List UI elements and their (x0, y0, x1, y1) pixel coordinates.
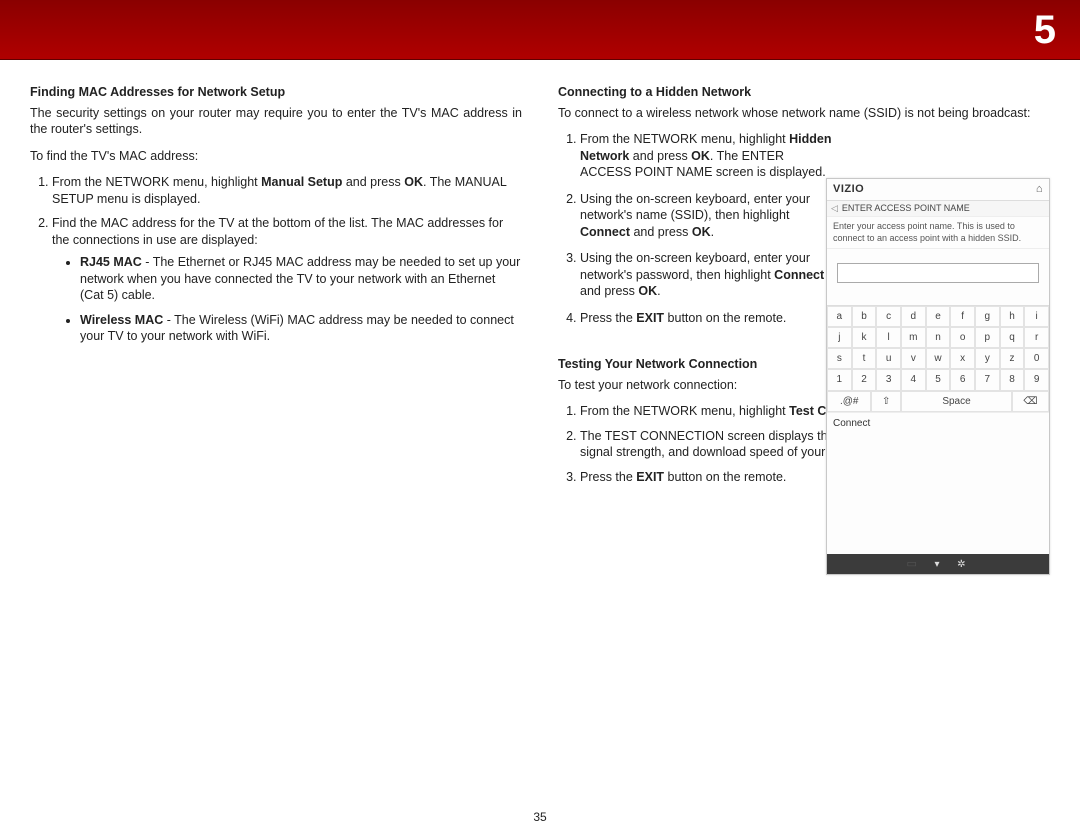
osk-key[interactable]: x (950, 348, 975, 369)
osk-key[interactable]: c (876, 306, 901, 327)
home-icon: ⌂ (1036, 182, 1043, 197)
chapter-number: 5 (1034, 8, 1056, 52)
osk-key[interactable]: w (926, 348, 951, 369)
osk-key[interactable]: z (1000, 348, 1025, 369)
osk-space-key[interactable]: Space (901, 391, 1012, 412)
ordered-list: From the NETWORK menu, highlight Manual … (30, 174, 522, 345)
section-title: Connecting to a Hidden Network (558, 84, 1050, 101)
osk-key[interactable]: 8 (1000, 369, 1025, 390)
osk-key[interactable]: i (1024, 306, 1049, 327)
bullet-list: RJ45 MAC - The Ethernet or RJ45 MAC addr… (66, 254, 522, 345)
osk-key[interactable]: q (1000, 327, 1025, 348)
osk-key[interactable]: a (827, 306, 852, 327)
osk-key[interactable]: 1 (827, 369, 852, 390)
osk-key[interactable]: d (901, 306, 926, 327)
osk-key[interactable]: r (1024, 327, 1049, 348)
paragraph: The security settings on your router may… (30, 105, 522, 138)
osk-key[interactable]: 2 (852, 369, 877, 390)
osk-footer-icons: ▭ ▾ ✲ (827, 554, 1049, 575)
osk-text-input[interactable] (837, 263, 1039, 283)
osk-key[interactable]: 3 (876, 369, 901, 390)
osk-key[interactable]: u (876, 348, 901, 369)
page-number: 35 (0, 810, 1080, 824)
page-banner: 5 (0, 0, 1080, 60)
osk-key[interactable]: v (901, 348, 926, 369)
list-item: Using the on-screen keyboard, enter your… (580, 250, 834, 300)
paragraph: To find the TV's MAC address: (30, 148, 522, 165)
right-column: Connecting to a Hidden Network To connec… (558, 84, 1050, 495)
list-item: Using the on-screen keyboard, enter your… (580, 191, 834, 241)
osk-key-grid: abcdefghi jklmnopqr stuvwxyz0 123456789 (827, 305, 1049, 391)
osk-input-area (827, 249, 1049, 305)
page-content: Finding MAC Addresses for Network Setup … (0, 60, 1080, 495)
back-arrow-icon: ◁ (831, 203, 838, 215)
osk-shift-key[interactable]: ⇧ (871, 391, 901, 412)
osk-key[interactable]: f (950, 306, 975, 327)
osk-key[interactable]: y (975, 348, 1000, 369)
osk-key[interactable]: j (827, 327, 852, 348)
osk-footer: ▭ ▾ ✲ (827, 434, 1049, 574)
osk-symbols-key[interactable]: .@# (827, 391, 871, 412)
osk-key[interactable]: k (852, 327, 877, 348)
osk-key[interactable]: 0 (1024, 348, 1049, 369)
list-item: RJ45 MAC - The Ethernet or RJ45 MAC addr… (80, 254, 522, 304)
osk-header: VIZIO ⌂ (827, 179, 1049, 201)
osk-key[interactable]: m (901, 327, 926, 348)
osk-key[interactable]: t (852, 348, 877, 369)
osk-key[interactable]: b (852, 306, 877, 327)
v-icon: ▾ (934, 559, 943, 570)
osk-bottom-row: .@# ⇧ Space ⌫ (827, 391, 1049, 412)
osk-subheading: ENTER ACCESS POINT NAME (842, 203, 970, 215)
osk-key[interactable]: l (876, 327, 901, 348)
onscreen-keyboard-figure: VIZIO ⌂ ◁ ENTER ACCESS POINT NAME Enter … (826, 178, 1050, 575)
osk-key[interactable]: 6 (950, 369, 975, 390)
osk-key[interactable]: s (827, 348, 852, 369)
list-item: Press the EXIT button on the remote. (580, 310, 834, 327)
osk-key[interactable]: 9 (1024, 369, 1049, 390)
osk-key[interactable]: n (926, 327, 951, 348)
osk-help-text: Enter your access point name. This is us… (827, 217, 1049, 249)
osk-delete-key[interactable]: ⌫ (1012, 391, 1049, 412)
osk-key[interactable]: h (1000, 306, 1025, 327)
list-item: From the NETWORK menu, highlight Manual … (52, 174, 522, 207)
list-item: From the NETWORK menu, highlight Hidden … (580, 131, 834, 181)
paragraph: To connect to a wireless network whose n… (558, 105, 1050, 122)
section-title: Finding MAC Addresses for Network Setup (30, 84, 522, 101)
osk-breadcrumb: ◁ ENTER ACCESS POINT NAME (827, 201, 1049, 218)
osk-key[interactable]: 5 (926, 369, 951, 390)
brand-logo-text: VIZIO (833, 182, 864, 197)
left-column: Finding MAC Addresses for Network Setup … (30, 84, 522, 495)
list-item: Find the MAC address for the TV at the b… (52, 215, 522, 345)
osk-key[interactable]: p (975, 327, 1000, 348)
gear-icon: ✲ (957, 559, 969, 570)
osk-connect-row[interactable]: Connect (827, 412, 1049, 434)
osk-key[interactable]: 7 (975, 369, 1000, 390)
list-item: Wireless MAC - The Wireless (WiFi) MAC a… (80, 312, 522, 345)
osk-key[interactable]: o (950, 327, 975, 348)
osk-key[interactable]: e (926, 306, 951, 327)
wide-icon: ▭ (907, 557, 921, 572)
osk-key[interactable]: 4 (901, 369, 926, 390)
osk-key[interactable]: g (975, 306, 1000, 327)
